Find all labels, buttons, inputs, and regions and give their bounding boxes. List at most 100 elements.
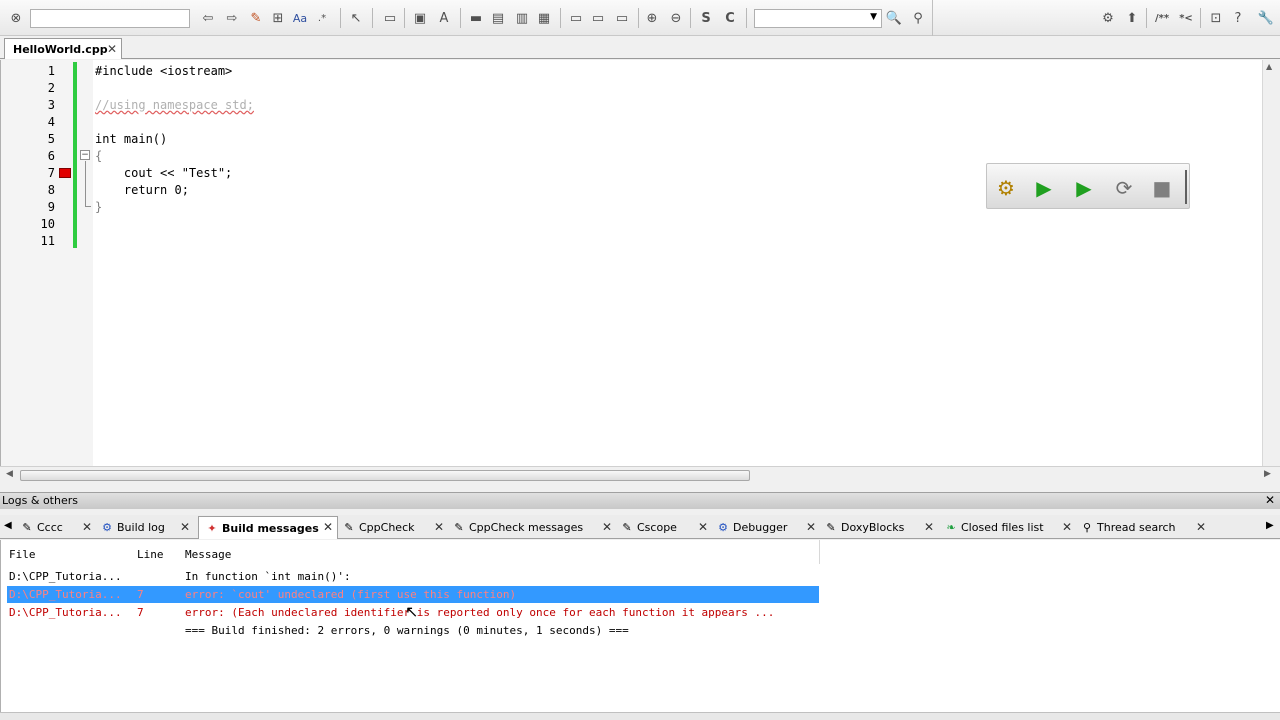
tab-cscope[interactable]: ✎ Cscope ✕ bbox=[620, 517, 712, 538]
close-icon[interactable]: ✕ bbox=[323, 520, 333, 534]
tabs-scroll-left-icon[interactable]: ◀ bbox=[4, 520, 12, 531]
find-next-icon[interactable]: ⚲ bbox=[908, 8, 928, 28]
abort-icon[interactable]: ■ bbox=[1149, 175, 1175, 201]
tabs-scroll-right-icon[interactable]: ▶ bbox=[1266, 520, 1274, 531]
highlight-icon[interactable]: ✎ bbox=[246, 8, 266, 28]
close-icon[interactable]: ✕ bbox=[180, 520, 190, 534]
upload-icon[interactable]: ⬆ bbox=[1122, 8, 1142, 28]
build-icon[interactable]: ⚙ bbox=[1098, 8, 1118, 28]
block-icon[interactable]: ▭ bbox=[380, 8, 400, 28]
tab-cccc[interactable]: ✎ Cccc ✕ bbox=[20, 517, 96, 538]
tab-doxyblocks[interactable]: ✎ DoxyBlocks ✕ bbox=[824, 517, 938, 538]
logs-panel-title: Logs & others bbox=[2, 494, 78, 507]
line-number: 10 bbox=[40, 217, 55, 231]
error-marker-icon[interactable] bbox=[59, 168, 71, 178]
scrollbar-thumb[interactable] bbox=[20, 470, 750, 481]
table-row[interactable]: === Build finished: 2 errors, 0 warnings… bbox=[7, 622, 819, 639]
fit-icon[interactable]: ▭ bbox=[612, 8, 632, 28]
logs-tab-bar: ◀ ✎ Cccc ✕ ⚙ Build log ✕ ✦ Build message… bbox=[0, 515, 1280, 539]
wrench-icon[interactable]: 🔧 bbox=[1256, 8, 1276, 28]
editor-tab-bar: HelloWorld.cpp ✕ bbox=[0, 37, 1280, 59]
tab-cppcheck[interactable]: ✎ CppCheck ✕ bbox=[342, 517, 448, 538]
collapse-icon[interactable]: ▭ bbox=[588, 8, 608, 28]
tab-cppcheck-messages[interactable]: ✎ CppCheck messages ✕ bbox=[452, 517, 616, 538]
help-icon[interactable]: ? bbox=[1228, 8, 1248, 28]
main-toolbar: ⊗ ⇦ ⇨ ✎ ⊞ Aa .* ↖ ▭ ▣ A ▬ ▤ ▥ ▦ ▭ ▭ ▭ ⊕ … bbox=[0, 0, 1280, 36]
close-icon[interactable]: ✕ bbox=[1062, 520, 1072, 534]
close-icon[interactable]: ✕ bbox=[698, 520, 708, 534]
column-header-message[interactable]: Message bbox=[185, 548, 231, 561]
table-row[interactable]: D:\CPP_Tutoria... In function `int main(… bbox=[7, 568, 819, 585]
scroll-left-icon[interactable]: ◀ bbox=[6, 469, 13, 479]
build-run-icon[interactable]: ▶ bbox=[1071, 175, 1097, 201]
build-messages-list[interactable]: File Line Message D:\CPP_Tutoria... In f… bbox=[0, 540, 1280, 712]
line-number: 2 bbox=[47, 81, 55, 95]
close-icon[interactable]: ✕ bbox=[107, 42, 117, 56]
back-arrow-icon[interactable]: ⇦ bbox=[198, 8, 218, 28]
tab-debugger[interactable]: ⚙ Debugger ✕ bbox=[716, 517, 820, 538]
horizontal-scrollbar[interactable]: ◀ ▶ bbox=[0, 466, 1280, 483]
line-comment-icon[interactable]: *< bbox=[1176, 8, 1196, 28]
tab-build-messages[interactable]: ✦ Build messages ✕ bbox=[198, 516, 338, 539]
line-number: 3 bbox=[47, 98, 55, 112]
close-icon[interactable]: ✕ bbox=[1265, 493, 1275, 507]
forward-arrow-icon[interactable]: ⇨ bbox=[222, 8, 242, 28]
scroll-up-icon[interactable]: ▲ bbox=[1266, 62, 1272, 71]
line-number: 7 bbox=[47, 166, 55, 180]
row-bottom-icon[interactable]: ▥ bbox=[512, 8, 532, 28]
tab-helloworld[interactable]: HelloWorld.cpp ✕ bbox=[4, 38, 122, 59]
text-icon[interactable]: A bbox=[434, 8, 454, 28]
tab-label: Closed files list bbox=[961, 521, 1044, 534]
row-icon[interactable]: ▬ bbox=[466, 8, 486, 28]
select-pointer-icon[interactable]: ↖ bbox=[346, 8, 366, 28]
row-top-icon[interactable]: ▤ bbox=[488, 8, 508, 28]
close-icon[interactable]: ✕ bbox=[82, 520, 92, 534]
settings-gear-icon[interactable]: ⚙ bbox=[993, 175, 1019, 201]
regex-icon[interactable]: .* bbox=[312, 8, 332, 28]
tab-label: Cccc bbox=[37, 521, 63, 534]
tab-label: CppCheck messages bbox=[469, 521, 584, 534]
column-header-file[interactable]: File bbox=[9, 548, 36, 561]
close-icon[interactable]: ✕ bbox=[1196, 520, 1206, 534]
settings-icon[interactable]: ⊡ bbox=[1206, 8, 1226, 28]
close-icon[interactable]: ✕ bbox=[602, 520, 612, 534]
close-icon[interactable]: ✕ bbox=[924, 520, 934, 534]
bookmark-icon[interactable]: ⊞ bbox=[268, 8, 288, 28]
tab-build-log[interactable]: ⚙ Build log ✕ bbox=[100, 517, 194, 538]
tab-closed-files-list[interactable]: ❧ Closed files list ✕ bbox=[944, 517, 1076, 538]
toolbar-grip[interactable] bbox=[1185, 170, 1187, 204]
row-line: 7 bbox=[137, 588, 144, 601]
zoom-out-icon[interactable]: ⊖ bbox=[666, 8, 686, 28]
tab-label: DoxyBlocks bbox=[841, 521, 905, 534]
grid-icon[interactable]: ▦ bbox=[534, 8, 554, 28]
c-icon[interactable]: C bbox=[720, 8, 740, 28]
s-icon[interactable]: S bbox=[696, 8, 716, 28]
run-icon[interactable]: ▶ bbox=[1031, 175, 1057, 201]
change-bar bbox=[73, 62, 77, 248]
image-icon[interactable]: ▣ bbox=[410, 8, 430, 28]
code-editor[interactable]: 1 2 3 4 5 6 7 8 9 10 11 − #include <iost… bbox=[0, 60, 1280, 466]
fold-collapse-icon[interactable]: − bbox=[80, 150, 90, 160]
zoom-in-icon[interactable]: ⊕ bbox=[642, 8, 662, 28]
clear-icon[interactable]: ⊗ bbox=[6, 8, 26, 28]
logs-panel-header: Logs & others ✕ bbox=[0, 492, 1280, 509]
chevron-down-icon: ▼ bbox=[870, 12, 877, 22]
rebuild-icon[interactable]: ⟳ bbox=[1111, 175, 1137, 201]
tab-thread-search[interactable]: ⚲ Thread search ✕ bbox=[1080, 517, 1210, 538]
scroll-right-icon[interactable]: ▶ bbox=[1264, 469, 1271, 479]
block-comment-icon[interactable]: /** bbox=[1152, 8, 1172, 28]
table-row-selected[interactable]: D:\CPP_Tutoria... 7 error: `cout' undecl… bbox=[7, 586, 819, 603]
code-line-comment: //using namespace std; bbox=[95, 98, 254, 112]
toolbar-search-input[interactable] bbox=[30, 9, 190, 28]
match-case-icon[interactable]: Aa bbox=[290, 8, 310, 28]
expand-icon[interactable]: ▭ bbox=[566, 8, 586, 28]
close-icon[interactable]: ✕ bbox=[434, 520, 444, 534]
line-number: 5 bbox=[47, 132, 55, 146]
toolbar-combo[interactable]: ▼ bbox=[754, 9, 882, 28]
column-header-line[interactable]: Line bbox=[137, 548, 164, 561]
column-divider bbox=[819, 540, 820, 564]
line-number: 6 bbox=[47, 149, 55, 163]
close-icon[interactable]: ✕ bbox=[806, 520, 816, 534]
vertical-scrollbar[interactable]: ▲ bbox=[1262, 60, 1280, 466]
find-icon[interactable]: 🔍 bbox=[884, 8, 904, 28]
